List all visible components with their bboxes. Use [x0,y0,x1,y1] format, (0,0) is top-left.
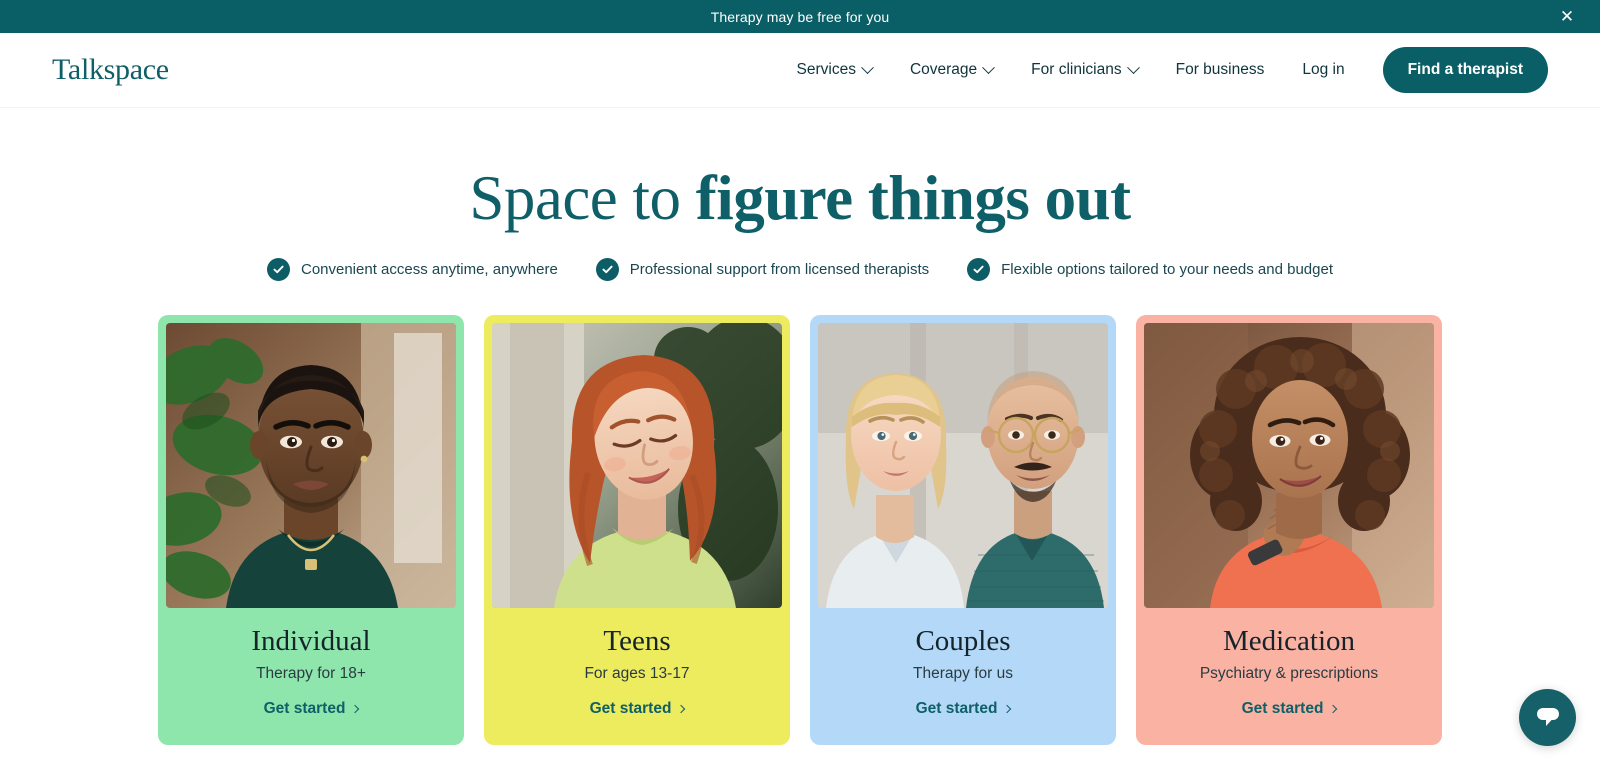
check-circle-icon [266,258,290,282]
close-icon[interactable]: ✕ [1556,6,1578,28]
promo-banner: Therapy may be free for you ✕ [0,0,1600,33]
card-body-teens: Teens For ages 13-17 Get started [492,608,782,718]
nav-label: For business [1175,61,1265,78]
nav-label: Log in [1302,61,1345,78]
main-navigation: Services Coverage For clinicians For bus… [797,47,1548,93]
card-title: Medication [1222,625,1356,658]
card-title: Couples [915,625,1011,658]
nav-label: Coverage [909,61,978,78]
chevron-right-icon [1003,705,1012,714]
get-started-label: Get started [915,700,998,718]
benefit-label: Professional support from licensed thera… [629,261,930,279]
page-title-regular: Space to [469,163,696,233]
check-circle-icon [595,258,619,282]
benefit-item: Flexible options tailored to your needs … [967,258,1333,282]
card-photo-individual [166,323,456,609]
card-couples[interactable]: Couples Therapy for us Get started [810,315,1116,746]
benefits-list: Convenient access anytime, anywhere Prof… [0,258,1600,282]
get-started-link-couples[interactable]: Get started [915,700,1012,718]
nav-label: Services [796,61,856,78]
chat-bubble-icon [1534,704,1562,731]
get-started-label: Get started [1241,700,1324,718]
card-photo-couples [818,323,1108,609]
chevron-down-icon [861,60,874,74]
card-body-medication: Medication Psychiatry & prescriptions Ge… [1144,608,1434,718]
talkspace-logo[interactable]: Talkspace [52,55,169,85]
benefit-label: Flexible options tailored to your needs … [1001,261,1333,279]
get-started-link-medication[interactable]: Get started [1241,700,1338,718]
get-started-label: Get started [589,700,672,718]
nav-item-for-business[interactable]: For business [1176,51,1265,89]
page-title: Space to figure things out [0,165,1600,231]
card-title: Teens [603,625,671,658]
card-subtitle: Psychiatry & prescriptions [1199,665,1379,683]
page-title-bold: figure things out [695,163,1131,233]
chevron-down-icon [982,60,996,74]
nav-item-services[interactable]: Services [796,51,874,89]
chevron-right-icon [677,705,686,714]
card-body-couples: Couples Therapy for us Get started [818,608,1108,718]
chat-widget-button[interactable] [1519,689,1576,746]
card-subtitle: Therapy for us [913,665,1013,683]
card-subtitle: For ages 13-17 [584,665,690,683]
chevron-down-icon [1126,60,1140,74]
promo-banner-text: Therapy may be free for you [710,8,890,25]
site-header: Talkspace Services Coverage For clinicia… [0,33,1600,108]
service-cards: Individual Therapy for 18+ Get started T… [0,315,1600,746]
card-individual[interactable]: Individual Therapy for 18+ Get started [158,315,464,746]
get-started-label: Get started [263,700,346,718]
benefit-label: Convenient access anytime, anywhere [300,261,558,279]
chevron-right-icon [1329,705,1338,714]
card-photo-teens [492,323,782,609]
nav-item-coverage[interactable]: Coverage [909,51,996,89]
find-a-therapist-button[interactable]: Find a therapist [1382,47,1548,93]
card-subtitle: Therapy for 18+ [256,665,366,683]
check-circle-icon [967,258,991,282]
get-started-link-teens[interactable]: Get started [589,700,686,718]
card-medication[interactable]: Medication Psychiatry & prescriptions Ge… [1136,315,1442,746]
card-photo-medication [1144,323,1434,609]
card-title: Individual [251,625,371,658]
nav-label: For clinicians [1031,61,1122,78]
benefit-item: Convenient access anytime, anywhere [266,258,558,282]
nav-item-log-in[interactable]: Log in [1302,51,1344,89]
nav-item-for-clinicians[interactable]: For clinicians [1031,51,1140,89]
chevron-right-icon [351,705,360,714]
get-started-link-individual[interactable]: Get started [263,700,360,718]
card-teens[interactable]: Teens For ages 13-17 Get started [484,315,790,746]
benefit-item: Professional support from licensed thera… [595,258,930,282]
card-body-individual: Individual Therapy for 18+ Get started [166,608,456,718]
hero-section: Space to figure things out Convenient ac… [0,108,1600,282]
